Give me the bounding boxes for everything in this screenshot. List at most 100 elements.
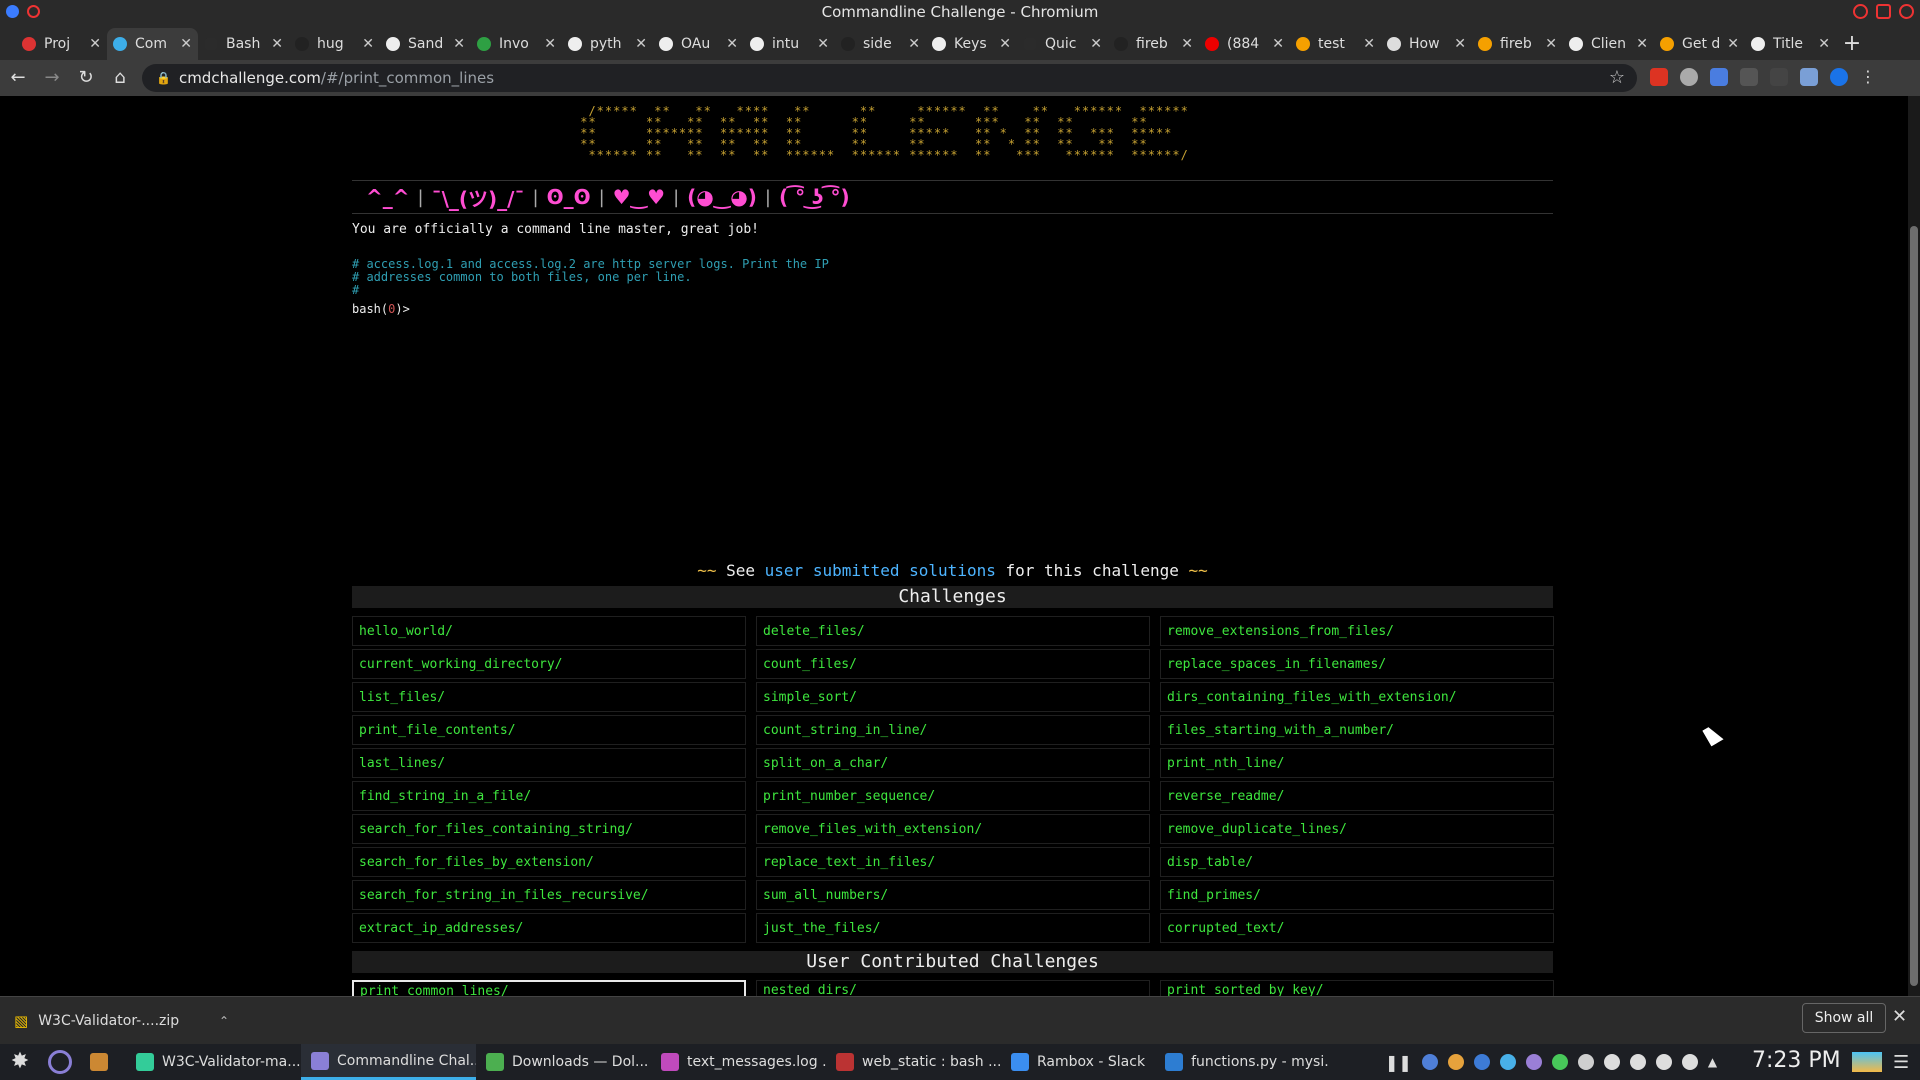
challenge-link[interactable]: hello_world/ xyxy=(352,616,746,646)
tab[interactable]: How ✕ xyxy=(1381,28,1472,60)
profile-avatar[interactable] xyxy=(1830,68,1848,86)
challenge-link[interactable]: print_file_contents/ xyxy=(352,715,746,745)
tab-close-icon[interactable]: ✕ xyxy=(271,36,283,52)
challenge-link[interactable]: disp_table/ xyxy=(1160,847,1554,877)
tab-close-icon[interactable]: ✕ xyxy=(180,36,192,52)
tab-close-icon[interactable]: ✕ xyxy=(817,36,829,52)
user-challenge-link[interactable]: print_common_lines/ xyxy=(352,980,746,996)
back-icon[interactable]: ← xyxy=(2,62,34,94)
page-scrollbar[interactable] xyxy=(1908,96,1920,996)
taskbar-window-item[interactable]: text_messages.log ... xyxy=(651,1044,826,1080)
challenge-link[interactable]: count_files/ xyxy=(756,649,1150,679)
tab[interactable]: Get d ✕ xyxy=(1654,28,1745,60)
tab[interactable]: Sand ✕ xyxy=(380,28,471,60)
tray-app-icon[interactable] xyxy=(1473,1054,1490,1070)
tab-close-icon[interactable]: ✕ xyxy=(1636,36,1648,52)
challenge-link[interactable]: sum_all_numbers/ xyxy=(756,880,1150,910)
address-bar[interactable]: 🔒 cmdchallenge.com/#/print_common_lines … xyxy=(142,64,1637,92)
tab-close-icon[interactable]: ✕ xyxy=(1727,36,1739,52)
challenge-link[interactable]: just_the_files/ xyxy=(756,913,1150,943)
volume-icon[interactable] xyxy=(1681,1054,1698,1070)
taskbar-window-item[interactable]: W3C-Validator-ma... xyxy=(126,1044,301,1080)
challenge-link[interactable]: delete_files/ xyxy=(756,616,1150,646)
taskbar-window-item[interactable]: Commandline Chal... xyxy=(301,1044,476,1080)
extension-icon[interactable] xyxy=(1680,68,1698,86)
tray-expand-icon[interactable]: ▲ xyxy=(1708,1055,1717,1069)
challenge-link[interactable]: files_starting_with_a_number/ xyxy=(1160,715,1554,745)
tab[interactable]: Proj ✕ xyxy=(16,28,107,60)
challenge-link[interactable]: split_on_a_char/ xyxy=(756,748,1150,778)
pause-icon[interactable]: ❚❚ xyxy=(1385,1053,1412,1072)
tab-close-icon[interactable]: ✕ xyxy=(1454,36,1466,52)
challenge-link[interactable]: remove_files_with_extension/ xyxy=(756,814,1150,844)
challenge-link[interactable]: dirs_containing_files_with_extension/ xyxy=(1160,682,1554,712)
updates-icon[interactable] xyxy=(1577,1054,1594,1070)
challenge-link[interactable]: search_for_string_in_files_recursive/ xyxy=(352,880,746,910)
tab-close-icon[interactable]: ✕ xyxy=(999,36,1011,52)
challenge-link[interactable]: last_lines/ xyxy=(352,748,746,778)
close-icon[interactable] xyxy=(1899,4,1914,19)
tab-close-icon[interactable]: ✕ xyxy=(1090,36,1102,52)
challenge-link[interactable]: print_nth_line/ xyxy=(1160,748,1554,778)
tab[interactable]: Quic ✕ xyxy=(1017,28,1108,60)
maximize-icon[interactable] xyxy=(1876,4,1891,19)
tab-close-icon[interactable]: ✕ xyxy=(635,36,647,52)
more-menu-icon[interactable]: ⋮ xyxy=(1860,68,1878,86)
chromium-icon[interactable] xyxy=(48,1050,72,1074)
menu-icon[interactable] xyxy=(6,5,19,18)
extension-icon[interactable] xyxy=(1800,68,1818,86)
clipboard-icon[interactable] xyxy=(1655,1054,1672,1070)
user-challenge-link[interactable]: print_sorted_by_key/ xyxy=(1160,980,1554,996)
clock[interactable]: 7:23 PM xyxy=(1752,1048,1841,1073)
reload-icon[interactable]: ↻ xyxy=(70,62,102,94)
tab[interactable]: pyth ✕ xyxy=(562,28,653,60)
forward-icon[interactable]: → xyxy=(36,62,68,94)
tab-close-icon[interactable]: ✕ xyxy=(453,36,465,52)
tab-close-icon[interactable]: ✕ xyxy=(908,36,920,52)
tab[interactable]: Title ✕ xyxy=(1745,28,1836,60)
challenge-link[interactable]: search_for_files_containing_string/ xyxy=(352,814,746,844)
tray-app-icon[interactable] xyxy=(1499,1054,1516,1070)
tab[interactable]: Com ✕ xyxy=(107,28,198,60)
challenge-link[interactable]: find_string_in_a_file/ xyxy=(352,781,746,811)
challenge-link[interactable]: count_string_in_line/ xyxy=(756,715,1150,745)
taskbar-window-item[interactable] xyxy=(80,1044,126,1080)
tab-close-icon[interactable]: ✕ xyxy=(1818,36,1830,52)
challenge-link[interactable]: search_for_files_by_extension/ xyxy=(352,847,746,877)
chrome-icon[interactable] xyxy=(1447,1054,1464,1070)
bookmark-star-icon[interactable]: ☆ xyxy=(1609,67,1625,88)
taskbar-window-item[interactable]: Rambox - Slack xyxy=(1001,1044,1155,1080)
tray-app-icon[interactable] xyxy=(1551,1054,1568,1070)
show-desktop-icon[interactable] xyxy=(1852,1052,1882,1072)
taskbar-menu-icon[interactable]: ☰ xyxy=(1893,1052,1909,1073)
translate-icon[interactable] xyxy=(1710,68,1728,86)
tab-close-icon[interactable]: ✕ xyxy=(544,36,556,52)
challenge-link[interactable]: simple_sort/ xyxy=(756,682,1150,712)
tab[interactable]: (884 ✕ xyxy=(1199,28,1290,60)
scrollbar-thumb[interactable] xyxy=(1910,226,1918,986)
tray-app-icon[interactable] xyxy=(1525,1054,1542,1070)
close-downloads-icon[interactable]: ✕ xyxy=(1892,1006,1907,1027)
tab[interactable]: test ✕ xyxy=(1290,28,1381,60)
challenge-link[interactable]: replace_text_in_files/ xyxy=(756,847,1150,877)
pin-icon[interactable] xyxy=(27,5,40,18)
bash-prompt[interactable]: bash(0)> xyxy=(352,302,410,316)
chevron-up-icon[interactable]: ⌃ xyxy=(219,1014,229,1028)
tab[interactable]: OAu ✕ xyxy=(653,28,744,60)
download-item[interactable]: ▧ W3C-Validator-....zip ⌃ xyxy=(14,1006,229,1036)
extension-icon[interactable] xyxy=(1770,68,1788,86)
tab-close-icon[interactable]: ✕ xyxy=(362,36,374,52)
tray-app-icon[interactable] xyxy=(1421,1054,1438,1070)
taskbar-window-item[interactable]: web_static : bash ... xyxy=(826,1044,1001,1080)
tab[interactable]: fireb ✕ xyxy=(1472,28,1563,60)
tab[interactable]: intu ✕ xyxy=(744,28,835,60)
app-launcher-icon[interactable]: ✸ xyxy=(8,1050,32,1074)
minimize-icon[interactable] xyxy=(1853,4,1868,19)
show-all-button[interactable]: Show all xyxy=(1802,1003,1886,1033)
tab-close-icon[interactable]: ✕ xyxy=(1363,36,1375,52)
tab-close-icon[interactable]: ✕ xyxy=(1181,36,1193,52)
tab[interactable]: Bash ✕ xyxy=(198,28,289,60)
home-icon[interactable]: ⌂ xyxy=(104,62,136,94)
extension-icon[interactable] xyxy=(1650,68,1668,86)
tab[interactable]: fireb ✕ xyxy=(1108,28,1199,60)
